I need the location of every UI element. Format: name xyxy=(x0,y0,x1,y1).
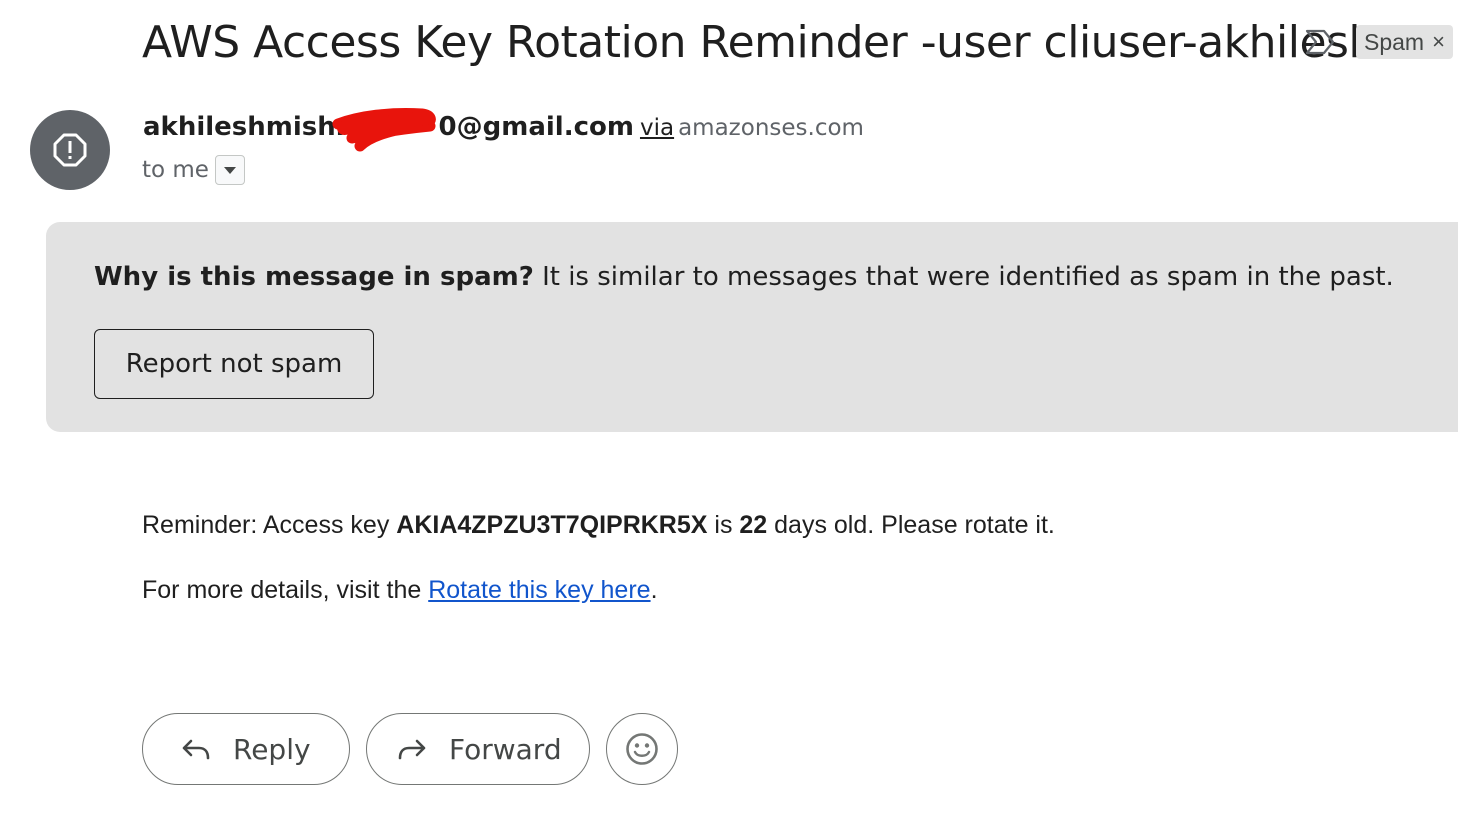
report-not-spam-button[interactable]: Report not spam xyxy=(94,329,374,399)
details-line: For more details, visit the Rotate this … xyxy=(142,576,658,605)
spam-label-chip: Spam × xyxy=(1356,25,1453,59)
via-domain: amazonses.com xyxy=(678,115,864,141)
reminder-prefix: Reminder: Access key xyxy=(142,511,397,539)
reminder-mid: is xyxy=(707,511,740,539)
forward-label: Forward xyxy=(449,732,562,766)
access-key-id: AKIA4ZPZU3T7QIPRKR5X xyxy=(396,511,708,539)
forward-icon xyxy=(398,739,426,760)
spam-reason: It is similar to messages that were iden… xyxy=(533,262,1394,292)
reply-label: Reply xyxy=(233,732,311,766)
key-age-days: 22 xyxy=(739,511,768,539)
redaction-scribble xyxy=(332,108,436,152)
rotate-key-link[interactable]: Rotate this key here xyxy=(428,576,650,604)
recipient-line: to me xyxy=(142,155,245,185)
spam-label-text: Spam xyxy=(1364,28,1425,55)
details-prefix: For more details, visit the xyxy=(142,576,429,604)
via-link[interactable]: via xyxy=(640,115,674,141)
spam-warning-banner: Why is this message in spam? It is simil… xyxy=(46,222,1458,432)
warning-icon xyxy=(53,133,87,167)
recipient-text: to me xyxy=(142,157,209,183)
sender-line: akhileshmishra 0@gmail.com via amazonses.c… xyxy=(143,112,864,142)
reply-button[interactable]: Reply xyxy=(142,713,350,785)
important-label-icon[interactable] xyxy=(1304,28,1336,56)
emoji-reaction-button[interactable] xyxy=(606,713,678,785)
spam-explanation: Why is this message in spam? It is simil… xyxy=(94,262,1394,292)
spam-question: Why is this message in spam? xyxy=(94,262,534,292)
remove-label-icon[interactable]: × xyxy=(1432,29,1445,55)
chevron-down-icon xyxy=(223,167,236,174)
email-subject: AWS Access Key Rotation Reminder -user c… xyxy=(142,17,1376,68)
sender-avatar xyxy=(30,110,110,190)
reminder-suffix: days old. Please rotate it. xyxy=(767,511,1055,539)
show-details-button[interactable] xyxy=(214,155,245,185)
reply-icon xyxy=(182,739,210,760)
reminder-line: Reminder: Access key AKIA4ZPZU3T7QIPRKR5… xyxy=(142,511,1055,540)
details-suffix: . xyxy=(650,576,658,604)
forward-button[interactable]: Forward xyxy=(366,713,590,785)
emoji-icon xyxy=(626,733,658,765)
